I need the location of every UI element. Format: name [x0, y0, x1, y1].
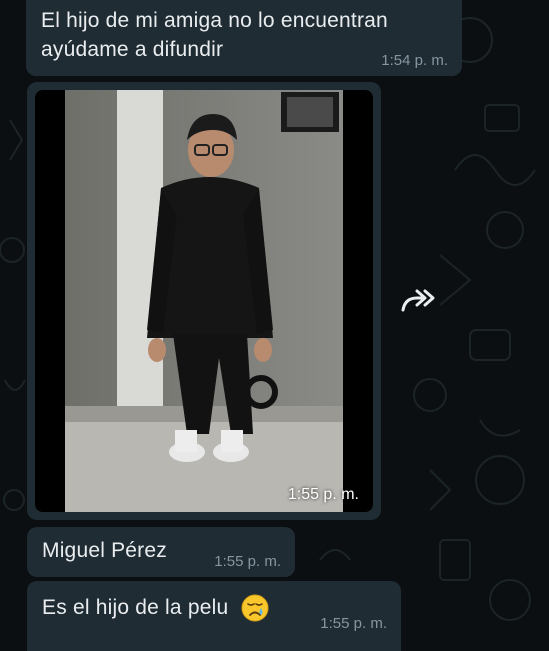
message-bubble-incoming[interactable]: El hijo de mi amiga no lo encuentran ayú… [26, 0, 462, 76]
message-timestamp: 1:54 p. m. [381, 52, 448, 69]
message-bubble-incoming[interactable]: Miguel Pérez 1:55 p. m. [27, 527, 295, 577]
message-text-row: Es el hijo de la pelu [42, 593, 270, 623]
photo-boy-standing [35, 90, 373, 512]
message-timestamp: 1:55 p. m. [214, 553, 281, 570]
message-text: Miguel Pérez [42, 539, 167, 562]
shared-photo[interactable]: 1:55 p. m. [35, 90, 373, 512]
message-timestamp: 1:55 p. m. [320, 615, 387, 632]
crying-face-icon [241, 594, 269, 622]
forward-icon [401, 289, 435, 312]
message-text: Es el hijo de la pelu [42, 596, 229, 619]
message-bubble-incoming[interactable]: Es el hijo de la pelu 1:55 p. m. [27, 581, 401, 651]
image-message-bubble[interactable]: 1:55 p. m. [27, 82, 381, 520]
photo-timestamp: 1:55 p. m. [287, 486, 359, 503]
forward-button[interactable] [396, 284, 440, 318]
